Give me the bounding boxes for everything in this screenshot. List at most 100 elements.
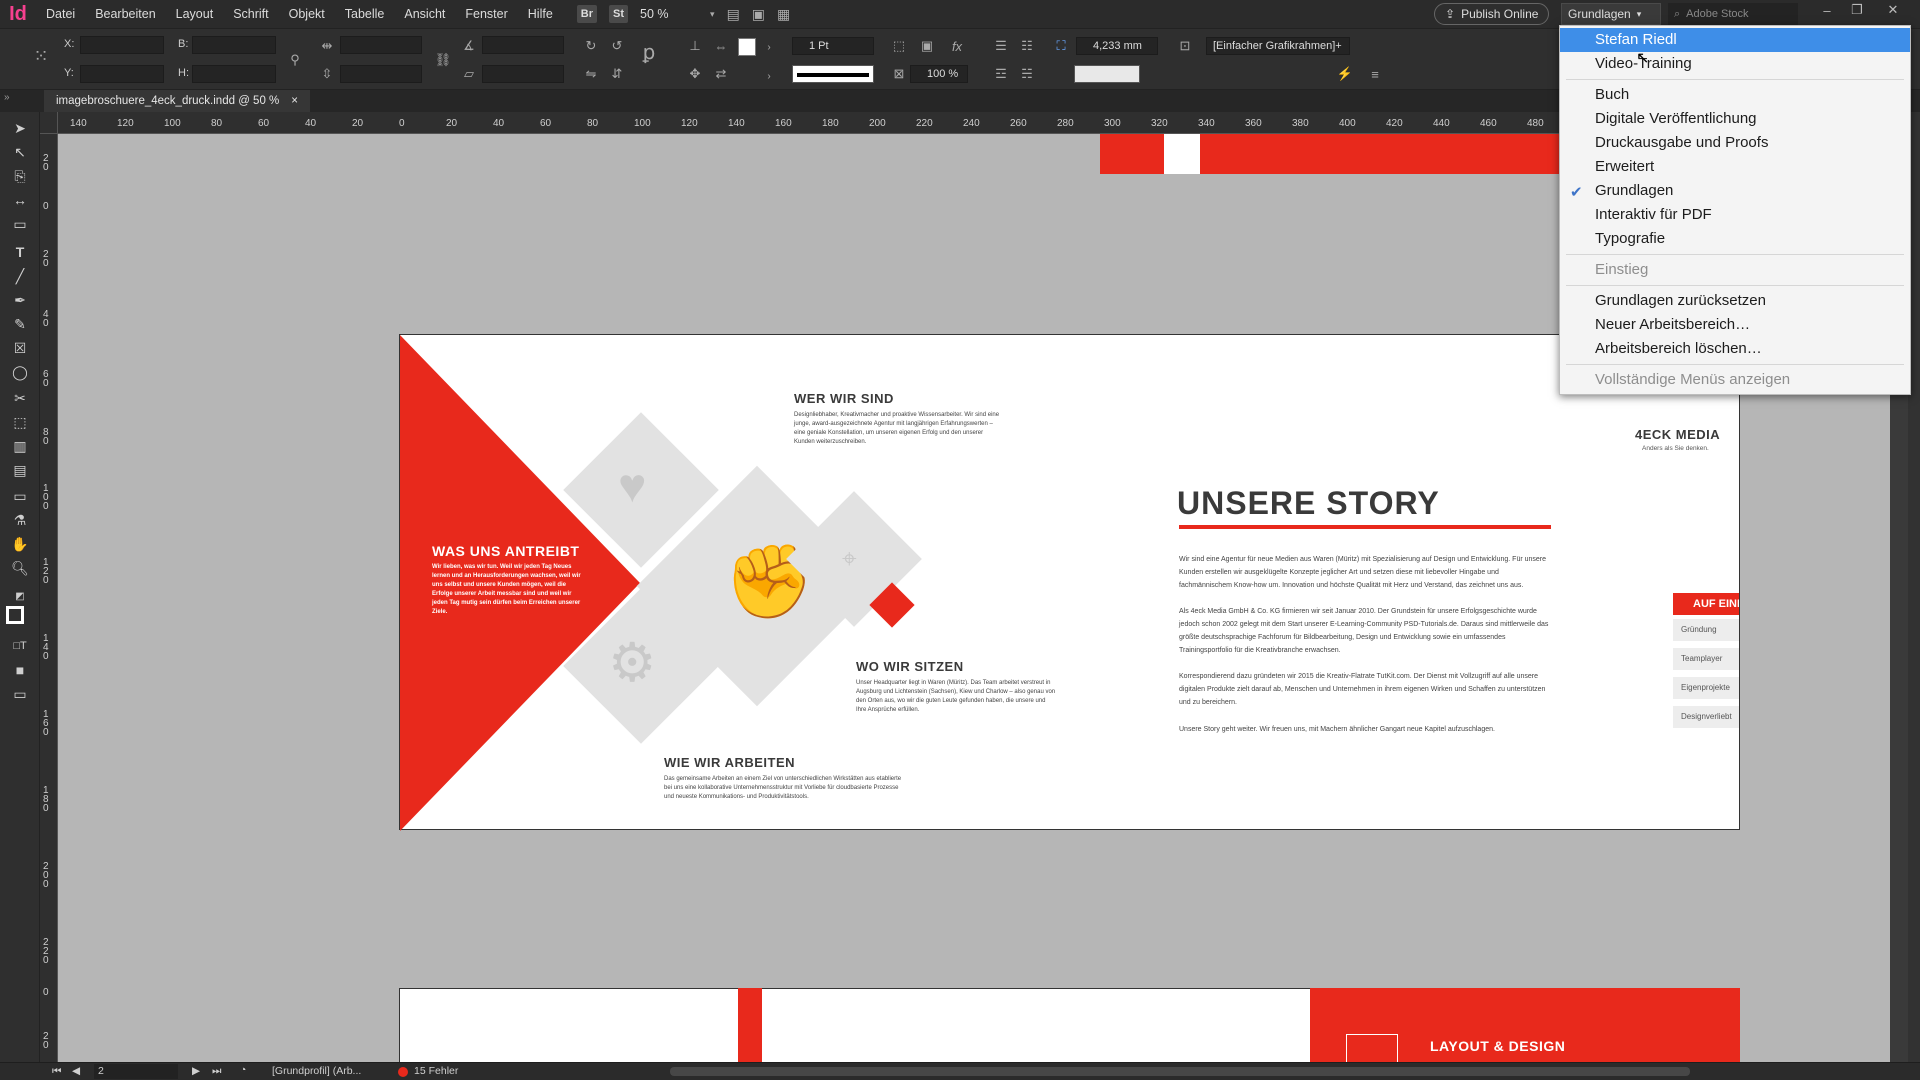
shear-field[interactable] <box>482 65 564 83</box>
stock-button[interactable]: St <box>609 5 629 23</box>
menu-objekt[interactable]: Objekt <box>279 0 335 28</box>
text-wrap-shape-icon[interactable]: ☲ <box>992 65 1010 83</box>
stroke-type-select[interactable] <box>792 65 874 83</box>
ws-item-video-training[interactable]: Video-Training <box>1560 52 1910 76</box>
last-page-icon[interactable]: ⏭ <box>212 1065 221 1078</box>
rotate-ccw-icon[interactable]: ↺ <box>608 37 626 55</box>
gradient-swatch-tool-icon[interactable]: ▥ <box>10 436 30 456</box>
select-container-icon[interactable]: ⊥ <box>686 37 704 55</box>
menu-bearbeiten[interactable]: Bearbeiten <box>85 0 165 28</box>
rotate-cw-icon[interactable]: ↻ <box>582 37 600 55</box>
publish-online-button[interactable]: ⇪ Publish Online <box>1434 3 1550 25</box>
text-wrap-bounding-icon[interactable]: ☷ <box>1018 37 1036 55</box>
height-field[interactable] <box>192 65 276 83</box>
vertical-ruler[interactable]: 20 0 20 40 60 80 100 120 140 160 180 200… <box>40 134 58 1062</box>
adobe-stock-search[interactable]: ⌕ Adobe Stock <box>1668 3 1798 25</box>
page-right[interactable]: 4ECK MEDIA Anders als Sie denken. UNSERE… <box>1100 334 1740 830</box>
chevron-down-icon[interactable]: ▾ <box>710 9 715 20</box>
screen-mode-icon[interactable]: ▤ <box>727 6 740 23</box>
pen-tool-icon[interactable]: ✒ <box>10 290 30 310</box>
object-style-select[interactable]: [Einfacher Grafikrahmen]+ <box>1206 37 1350 55</box>
document-tab[interactable]: imagebroschuere_4eck_druck.indd @ 50 % × <box>44 90 310 112</box>
drop-shadow-icon[interactable]: ▣ <box>918 37 936 55</box>
selection-tool-icon[interactable]: ➤ <box>10 118 30 138</box>
ws-item-stefan-riedl[interactable]: Stefan Riedl <box>1560 28 1910 52</box>
menu-layout[interactable]: Layout <box>166 0 224 28</box>
constrain-proportions-icon[interactable]: ⚲ <box>286 51 304 69</box>
width-field[interactable] <box>192 36 276 54</box>
quick-apply-icon[interactable]: ⚡ <box>1336 65 1354 83</box>
flip-vertical-icon[interactable]: ⇵ <box>608 65 626 83</box>
first-page-icon[interactable]: ⏮ <box>52 1065 61 1078</box>
menu-hilfe[interactable]: Hilfe <box>518 0 563 28</box>
menu-fenster[interactable]: Fenster <box>455 0 517 28</box>
scissors-tool-icon[interactable]: ✂ <box>10 388 30 408</box>
text-wrap-none-icon[interactable]: ☰ <box>992 37 1010 55</box>
menu-schrift[interactable]: Schrift <box>223 0 278 28</box>
reference-point-icon[interactable]: ⁙ <box>28 43 54 69</box>
ellipse-tool-icon[interactable]: ◯ <box>10 362 30 382</box>
rotate-angle-icon[interactable]: ∡ <box>460 37 478 55</box>
object-style-icon[interactable]: ⊡ <box>1176 37 1194 55</box>
bridge-button[interactable]: Br <box>576 5 598 23</box>
ws-item-grundlagen[interactable]: Grundlagen <box>1560 179 1910 203</box>
text-on-path-icon[interactable]: ꝑ <box>640 42 658 64</box>
direct-selection-tool-icon[interactable]: ↖ <box>10 142 30 162</box>
frame-fitting-icon[interactable]: ⬚ <box>890 37 908 55</box>
auto-fit-icon[interactable]: ⛶ <box>1052 37 1070 55</box>
open-page-icon[interactable]: ◔ <box>240 1064 246 1076</box>
ws-item-digitale-veroeffentlichung[interactable]: Digitale Veröffentlichung <box>1560 107 1910 131</box>
line-tool-icon[interactable]: ╱ <box>10 266 30 286</box>
ws-item-grundlagen-zuruecksetzen[interactable]: Grundlagen zurücksetzen <box>1560 289 1910 313</box>
workspace-switcher[interactable]: Grundlagen ▾ <box>1561 3 1661 25</box>
eyedropper-tool-icon[interactable]: ⚗ <box>10 510 30 530</box>
gradient-feather-tool-icon[interactable]: ▤ <box>10 460 30 480</box>
pencil-tool-icon[interactable]: ✎ <box>10 314 30 334</box>
page-number-field[interactable]: 2 <box>94 1064 178 1079</box>
scale-y-icon[interactable]: ⇳ <box>318 65 336 83</box>
ws-item-arbeitsbereich-loeschen[interactable]: Arbeitsbereich löschen… <box>1560 337 1910 361</box>
effects-fx-icon[interactable]: fx <box>948 37 966 55</box>
select-next-icon[interactable]: ⇄ <box>712 65 730 83</box>
panel-menu-icon[interactable]: ≡ <box>1366 65 1384 83</box>
ws-item-typografie[interactable]: Typografie <box>1560 227 1910 251</box>
default-colors-icon[interactable]: ◩ <box>10 586 30 606</box>
page-left[interactable]: WAS UNS ANTREIBT Wir lieben, was wir tun… <box>399 334 1101 831</box>
preflight-profile[interactable]: [Grundprofil] (Arb... <box>272 1065 361 1077</box>
minimize-icon[interactable]: – <box>1812 0 1842 20</box>
hand-tool-icon[interactable]: ✋ <box>10 534 30 554</box>
fill-chevron-icon[interactable]: › <box>760 38 778 56</box>
zoom-level[interactable]: 50 % <box>634 7 704 21</box>
menu-tabelle[interactable]: Tabelle <box>335 0 395 28</box>
free-transform-tool-icon[interactable]: ⬚ <box>10 412 30 432</box>
ruler-origin[interactable] <box>40 112 58 134</box>
scale-x-icon[interactable]: ⇹ <box>318 37 336 55</box>
rectangle-frame-tool-icon[interactable]: ☒ <box>10 338 30 358</box>
content-collector-icon[interactable]: ▭ <box>10 214 30 234</box>
ws-item-druckausgabe[interactable]: Druckausgabe und Proofs <box>1560 131 1910 155</box>
stroke-weight-field[interactable]: 1 Pt <box>792 37 874 55</box>
fill-swatch[interactable] <box>738 38 756 56</box>
collapse-panel-icon[interactable]: » <box>4 92 10 103</box>
corner-shape-select[interactable] <box>1074 65 1140 83</box>
rotate-field[interactable] <box>482 36 564 54</box>
ws-item-buch[interactable]: Buch <box>1560 83 1910 107</box>
menu-datei[interactable]: Datei <box>36 0 85 28</box>
stroke-chevron-icon[interactable]: › <box>760 67 778 85</box>
zoom-tool-icon[interactable]: 🔍︎ <box>10 558 30 578</box>
type-tool-icon[interactable]: T <box>10 242 30 262</box>
formatting-container-icon[interactable]: □T <box>10 636 30 656</box>
preflight-errors[interactable]: 15 Fehler <box>414 1065 458 1077</box>
fill-stroke-swatch[interactable] <box>6 606 24 624</box>
scale-y-field[interactable] <box>340 65 422 83</box>
view-options-icon[interactable]: ▣ <box>752 6 765 23</box>
prev-page-icon[interactable]: ◀ <box>72 1065 80 1077</box>
arrange-documents-icon[interactable]: ▦ <box>777 6 790 23</box>
text-wrap-jump-icon[interactable]: ☵ <box>1018 65 1036 83</box>
menu-ansicht[interactable]: Ansicht <box>394 0 455 28</box>
opacity-icon[interactable]: ⊠ <box>890 65 908 83</box>
close-icon[interactable]: ✕ <box>1878 0 1908 20</box>
apply-color-icon[interactable]: ■ <box>10 660 30 680</box>
note-tool-icon[interactable]: ▭ <box>10 486 30 506</box>
select-content-icon[interactable]: ✥ <box>686 65 704 83</box>
